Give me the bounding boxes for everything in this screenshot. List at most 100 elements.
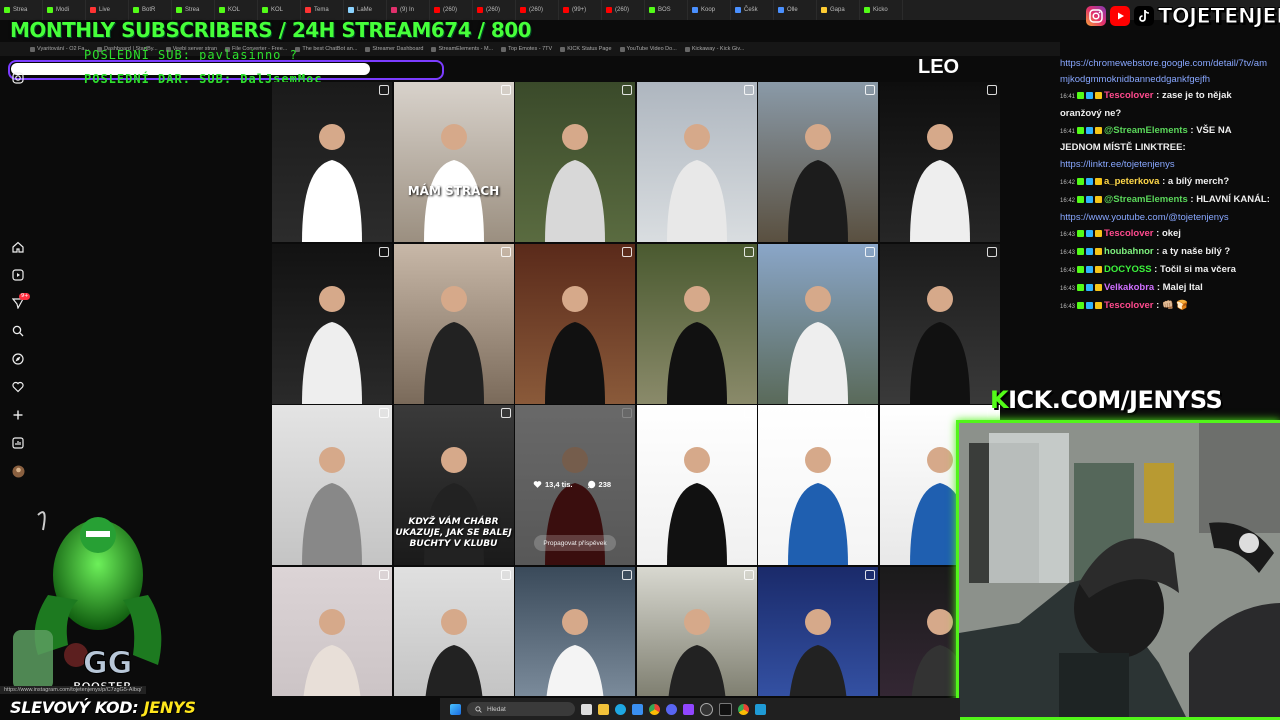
chat-intro-link[interactable]: https://chromewebstore.google.com/detail… xyxy=(1060,56,1272,88)
post-tile[interactable] xyxy=(758,566,878,696)
start-menu-icon[interactable] xyxy=(450,703,461,715)
browser-tab[interactable]: (260) xyxy=(473,0,516,20)
browser-tab[interactable]: Kicko xyxy=(860,0,903,20)
chrome-icon[interactable] xyxy=(649,703,660,715)
crown-badge-icon xyxy=(1095,248,1103,256)
post-tile[interactable] xyxy=(636,82,757,242)
search-icon[interactable] xyxy=(11,325,25,339)
browser-tab[interactable]: KOL xyxy=(258,0,301,20)
chat-link[interactable]: https://linktr.ee/tojetenjenys xyxy=(1060,159,1175,170)
browser-tab[interactable]: Koop xyxy=(688,0,731,20)
browser-tab[interactable]: (99+) xyxy=(559,0,602,20)
browser-tab[interactable]: Strea xyxy=(0,0,43,20)
chat-timestamp: 16:43 xyxy=(1060,232,1076,239)
profile-avatar[interactable] xyxy=(11,465,25,479)
post-tile[interactable] xyxy=(515,243,635,404)
post-tile[interactable] xyxy=(758,405,878,565)
windows-store-icon[interactable] xyxy=(632,703,643,715)
heart-icon[interactable] xyxy=(11,381,25,395)
taskbar-search[interactable]: Hledat xyxy=(467,702,575,716)
post-tile[interactable] xyxy=(272,243,392,404)
post-tile[interactable] xyxy=(272,566,392,696)
post-tile[interactable] xyxy=(758,243,878,404)
kick-logo-letter: K xyxy=(990,386,1009,414)
post-tile[interactable] xyxy=(879,82,1000,242)
promote-post-button[interactable]: Propagovat příspěvek xyxy=(534,535,616,551)
chat-username[interactable]: Tescolover xyxy=(1104,300,1153,311)
bookmark-item[interactable]: YouTube Video Do... xyxy=(619,46,677,52)
notes-icon[interactable] xyxy=(755,703,766,715)
reels-icon[interactable] xyxy=(11,269,25,283)
bookmark-item[interactable]: KICK Status Page xyxy=(560,46,612,52)
post-tile[interactable] xyxy=(515,82,635,242)
obs-icon[interactable] xyxy=(700,702,713,716)
bookmark-item[interactable]: The best ChatBot an... xyxy=(295,46,357,52)
tab-title: (260) xyxy=(443,7,458,13)
browser-tab[interactable]: (260) xyxy=(430,0,473,20)
edge-icon[interactable] xyxy=(615,703,626,715)
browser-tab[interactable]: (9) In xyxy=(387,0,430,20)
tab-favicon-icon xyxy=(563,7,569,13)
post-tile[interactable] xyxy=(272,405,392,565)
streamdeck-icon[interactable] xyxy=(719,702,732,716)
chat-text: a bílý merch? xyxy=(1167,175,1230,187)
browser-tab[interactable]: (260) xyxy=(516,0,559,20)
home-icon[interactable] xyxy=(11,241,25,255)
browser-tab[interactable]: Olle xyxy=(774,0,817,20)
browser-tab[interactable]: Strea xyxy=(172,0,215,20)
post-tile[interactable] xyxy=(636,243,757,404)
post-subject xyxy=(788,285,848,404)
bookmark-item[interactable]: StreamElements - M... xyxy=(431,46,493,52)
tab-title: Tema xyxy=(314,7,329,13)
chat-separator: : xyxy=(1153,299,1162,311)
messages-icon[interactable]: 9+ xyxy=(11,293,31,311)
chat-username[interactable]: Tescolover xyxy=(1104,90,1153,101)
post-tile[interactable] xyxy=(758,82,878,242)
likes-count: 13,4 tis. xyxy=(545,480,573,489)
post-tile[interactable] xyxy=(636,566,757,696)
twitch-icon[interactable] xyxy=(683,703,694,715)
post-tile[interactable] xyxy=(879,243,1000,404)
chat-username[interactable]: @StreamElements xyxy=(1104,125,1188,136)
post-tile[interactable] xyxy=(636,405,757,565)
browser-tab[interactable]: Live xyxy=(86,0,129,20)
sponsor-mascot: GG BOOSTER xyxy=(8,505,173,695)
chat-username[interactable]: a_peterkova xyxy=(1104,176,1159,187)
create-plus-icon[interactable] xyxy=(11,409,25,423)
chat-link[interactable]: https://www.youtube.com/@tojetenjenys xyxy=(1060,212,1229,223)
browser-tab[interactable]: BOS xyxy=(645,0,688,20)
post-tile[interactable] xyxy=(515,566,635,696)
chrome-alt-icon[interactable] xyxy=(738,703,749,715)
bookmark-item[interactable]: Streamer Dashboard xyxy=(365,46,423,52)
dashboard-icon[interactable] xyxy=(11,437,25,451)
post-tile[interactable] xyxy=(393,243,514,404)
chat-username[interactable]: @StreamElements xyxy=(1104,194,1188,205)
chat-username[interactable]: Velkakobra xyxy=(1104,282,1154,293)
browser-tab[interactable]: Tema xyxy=(301,0,344,20)
post-tile[interactable] xyxy=(393,566,514,696)
instagram-logo-icon[interactable] xyxy=(11,72,25,86)
browser-tab[interactable]: LaMe xyxy=(344,0,387,20)
bookmark-item[interactable]: Top Emotes - 7TV xyxy=(501,46,552,52)
chat-username[interactable]: Tescolover xyxy=(1104,228,1153,239)
heart-icon xyxy=(533,481,542,488)
browser-tab[interactable]: KOL xyxy=(215,0,258,20)
chat-username[interactable]: DOCYOSS xyxy=(1104,264,1152,275)
tab-title: LaMe xyxy=(357,7,373,13)
browser-tab[interactable]: BotR xyxy=(129,0,172,20)
browser-tab[interactable]: Gapa xyxy=(817,0,860,20)
file-explorer-icon[interactable] xyxy=(598,703,609,715)
bookmark-item[interactable]: Kickaway - Kick Giv... xyxy=(684,46,744,52)
tab-favicon-icon xyxy=(219,7,225,13)
chat-username[interactable]: houbahnor xyxy=(1104,246,1154,257)
browser-tab[interactable]: Modi xyxy=(43,0,86,20)
bookmark-item[interactable]: Vyaritování - O2 Fa... xyxy=(30,46,89,52)
browser-tab[interactable]: Češk xyxy=(731,0,774,20)
post-tile[interactable]: MÁM STRACH xyxy=(393,82,514,242)
explore-icon[interactable] xyxy=(11,353,25,367)
browser-tab[interactable]: (260) xyxy=(602,0,645,20)
post-tile[interactable]: KDYŽ VÁM CHÁBR UKAZUJE, JAK SE BALEJ BUC… xyxy=(393,405,514,565)
discord-icon[interactable] xyxy=(666,703,677,715)
task-view-icon[interactable] xyxy=(581,703,592,715)
post-tile[interactable] xyxy=(272,82,392,242)
